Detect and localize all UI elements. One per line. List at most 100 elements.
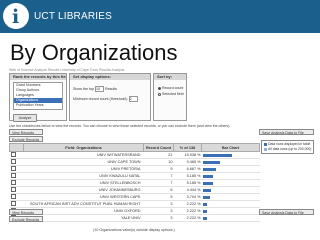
organization-cell: UNIV STELLENBOSCH xyxy=(23,179,144,187)
percent-cell: 4.444 % xyxy=(173,186,202,194)
table-row: SOUTH AFRICAN INST ADV CONSTITUT PUBL HU… xyxy=(9,200,260,208)
save-data-button-bottom[interactable]: Save Analysis Data to File xyxy=(259,209,314,215)
table-row: UNIV WESTERN CAPE 5 3.704 % xyxy=(9,193,260,201)
row-checkbox-cell[interactable] xyxy=(9,151,24,159)
row-checkbox-cell[interactable] xyxy=(9,158,24,166)
checkbox-icon[interactable] xyxy=(10,173,16,178)
rank-panel: Rank the records by this field: Grant Nu… xyxy=(9,73,67,122)
list-item[interactable]: Publication Years xyxy=(14,103,62,108)
rank-panel-title: Rank the records by this field: xyxy=(10,74,66,80)
legend-label: All data rows (up to 200,000) xyxy=(268,147,312,151)
checkbox-icon[interactable] xyxy=(10,166,16,171)
results-table: Field: Organizations Record Count % of 1… xyxy=(9,143,260,222)
sort-record-count-option[interactable]: Record count xyxy=(158,86,183,90)
legend-box: Data rows displayed in table All data ro… xyxy=(261,140,314,154)
bar-chart-cell xyxy=(201,158,260,166)
record-bar xyxy=(202,167,216,171)
legend-swatch xyxy=(264,143,267,146)
table-row: UNIV WITWATERSRAND 21 15.938 % xyxy=(9,151,260,159)
header-cell: % of 138 xyxy=(173,143,202,152)
row-checkbox-cell[interactable] xyxy=(9,186,24,194)
record-count-cell: 10 xyxy=(143,158,174,166)
percent-cell: 2.222 % xyxy=(173,207,202,215)
screenshot-top-text: Web of Science Analyze Results Universit… xyxy=(9,68,125,72)
checkbox-icon[interactable] xyxy=(10,159,16,164)
min-count-row: Minimum record count (threshold): 2 xyxy=(73,96,138,102)
percent-cell: 2.222 % xyxy=(173,214,202,222)
footer-note: (10 Organizations value(s) outside displ… xyxy=(93,228,175,232)
legend-item-table: Data rows displayed in table xyxy=(264,142,314,147)
record-count-cell: 3 xyxy=(143,214,174,222)
show-top-label: Show the top xyxy=(73,86,94,91)
header-bar: i UCT LIBRARIES xyxy=(0,0,320,33)
record-count-cell: 7 xyxy=(143,172,174,180)
analyze-button[interactable]: Analyze xyxy=(13,114,37,122)
bar-chart-cell xyxy=(201,165,260,173)
info-logo-icon: i xyxy=(3,3,29,29)
display-options-panel: Set display options: Show the top 10 Res… xyxy=(69,73,151,121)
checkbox-icon[interactable] xyxy=(10,194,16,199)
checkbox-icon[interactable] xyxy=(10,201,16,206)
record-bar xyxy=(202,209,207,213)
organization-cell: SOUTH AFRICAN INST ADV CONSTITUT PUBL HU… xyxy=(23,200,144,208)
row-checkbox-cell[interactable] xyxy=(9,193,24,201)
table-row: UNIV KWAZULU NATAL 7 5.185 % xyxy=(9,172,260,180)
header-cell: Record Count xyxy=(143,143,174,152)
radio-icon xyxy=(158,92,161,96)
record-bar xyxy=(202,181,213,185)
record-count-cell: 3 xyxy=(143,200,174,208)
sort-panel-title: Sort by: xyxy=(154,74,186,80)
record-bar xyxy=(202,174,213,178)
header-cell xyxy=(9,143,24,152)
analysis-screenshot: Web of Science Analyze Results Universit… xyxy=(9,68,316,238)
record-count-cell: 7 xyxy=(143,179,174,187)
bar-chart-cell xyxy=(201,151,260,159)
record-count-cell: 3 xyxy=(143,207,174,215)
legend-item-all: All data rows (up to 200,000) xyxy=(264,147,314,152)
row-checkbox-cell[interactable] xyxy=(9,179,24,187)
record-bar xyxy=(202,216,207,220)
organization-cell: UNIV CAPE TOWN xyxy=(23,158,144,166)
view-records-button-bottom[interactable]: View Records xyxy=(9,209,43,215)
view-records-button[interactable]: View Records xyxy=(9,129,43,135)
table-row: UNIV CAPE TOWN 10 9.465 % xyxy=(9,158,260,166)
sort-selected-field-option[interactable]: Selected field xyxy=(158,92,184,96)
record-count-cell: 6 xyxy=(143,186,174,194)
organization-cell: UNIV WITWATERSRAND xyxy=(23,151,144,159)
organization-cell: UNIV KWAZULU NATAL xyxy=(23,172,144,180)
exclude-records-button[interactable]: Exclude Records xyxy=(9,136,43,142)
header-title: UCT LIBRARIES xyxy=(34,11,112,22)
organization-cell: UNIV WESTERN CAPE xyxy=(23,193,144,201)
table-header-row: Field: Organizations Record Count % of 1… xyxy=(9,143,260,152)
display-panel-title: Set display options: xyxy=(70,74,150,80)
percent-cell: 5.185 % xyxy=(173,179,202,187)
percent-cell: 6.667 % xyxy=(173,165,202,173)
table-row: UNIV STELLENBOSCH 7 5.185 % xyxy=(9,179,260,187)
table-row: YALE UNIV 3 2.222 % xyxy=(9,214,260,222)
bar-chart-cell xyxy=(201,214,260,222)
table-row: UNIV JOHANNESBURG 6 4.444 % xyxy=(9,186,260,194)
row-checkbox-cell[interactable] xyxy=(9,172,24,180)
record-count-cell: 9 xyxy=(143,165,174,173)
min-count-label: Minimum record count (threshold): xyxy=(73,96,128,101)
bar-chart-cell xyxy=(201,172,260,180)
legend-swatch xyxy=(264,148,267,151)
checkbox-icon[interactable] xyxy=(10,180,16,185)
radio-selected-icon xyxy=(158,86,161,90)
min-count-input[interactable]: 2 xyxy=(128,96,138,102)
percent-cell: 2.222 % xyxy=(173,200,202,208)
checkbox-icon[interactable] xyxy=(10,152,16,157)
save-data-button-top[interactable]: Save Analysis Data to File xyxy=(259,129,314,135)
show-top-input[interactable]: 10 xyxy=(94,86,104,92)
bar-chart-cell xyxy=(201,179,260,187)
show-top-suffix: Results xyxy=(104,86,117,91)
table-row: UNIV PRETORIA 9 6.667 % xyxy=(9,165,260,173)
organization-cell: UNIV JOHANNESBURG xyxy=(23,186,144,194)
row-checkbox-cell[interactable] xyxy=(9,200,24,208)
bar-chart-cell xyxy=(201,193,260,201)
checkbox-icon[interactable] xyxy=(10,187,16,192)
record-bar xyxy=(202,160,221,164)
rank-field-listbox[interactable]: Grant Numbers Group Authors Languages Or… xyxy=(13,82,63,110)
exclude-records-button-bottom[interactable]: Exclude Records xyxy=(9,216,43,222)
row-checkbox-cell[interactable] xyxy=(9,165,24,173)
